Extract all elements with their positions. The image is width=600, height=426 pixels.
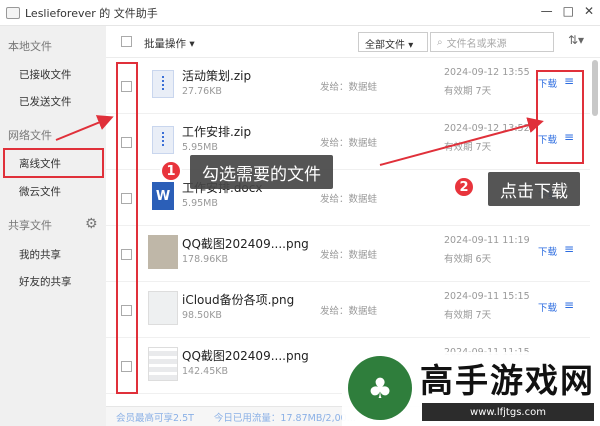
zip-file-icon: [148, 123, 178, 157]
file-expiry: 有效期 7天: [444, 142, 492, 153]
image-thumbnail: [148, 291, 178, 325]
title-bar: Leslieforever 的 文件助手 — □ ✕: [0, 0, 600, 26]
file-size: 98.50KB: [182, 310, 222, 321]
file-type-filter[interactable]: 全部文件 ▾: [358, 32, 428, 52]
word-file-icon: W: [148, 179, 178, 213]
file-date: 2024-09-12 13:52: [444, 123, 530, 134]
file-name: 工作安排.zip: [182, 125, 252, 139]
step2-callout: 点击下载: [488, 172, 580, 206]
search-input[interactable]: ⌕ 文件名或来源: [430, 32, 554, 52]
file-recipient: 发给：数据蛙: [320, 306, 378, 317]
file-date: 2024-09-11 15:15: [444, 291, 530, 302]
file-expiry: 有效期 6天: [444, 254, 492, 265]
file-date: 2024-09-11 11:19: [444, 235, 530, 246]
gear-icon[interactable]: ⚙: [85, 216, 98, 232]
image-thumbnail: [148, 347, 178, 381]
close-button[interactable]: ✕: [584, 4, 594, 18]
sidebar-item-weiyun[interactable]: 微云文件: [19, 184, 61, 199]
file-size: 142.45KB: [182, 366, 228, 377]
file-date: 2024-09-12 13:55: [444, 67, 530, 78]
traffic-usage: 今日已用流量：17.87MB/2,00...: [213, 413, 356, 424]
batch-operations-button[interactable]: 批量操作 ▾: [144, 36, 195, 51]
file-type-filter-value: 全部文件: [365, 40, 405, 51]
file-size: 178.96KB: [182, 254, 228, 265]
chevron-down-icon: ▾: [408, 40, 414, 51]
menu-icon[interactable]: ≡: [564, 242, 574, 256]
watermark-logo-icon: ♣: [348, 356, 412, 420]
sort-icon[interactable]: ⇅▾: [568, 33, 584, 47]
download-link[interactable]: 下载: [538, 244, 557, 258]
sidebar-item-sent[interactable]: 已发送文件: [19, 94, 72, 109]
window-title: Leslieforever 的 文件助手: [25, 6, 158, 20]
file-name: iCloud备份各项.png: [182, 293, 295, 307]
offline-files-highlight: [3, 148, 104, 178]
step2-badge: 2: [453, 176, 475, 198]
file-size: 5.95MB: [182, 198, 218, 209]
vip-link[interactable]: 会员最高可享2.5T: [116, 410, 194, 424]
sidebar-item-received[interactable]: 已接收文件: [19, 67, 72, 82]
step1-callout: 勾选需要的文件: [190, 155, 333, 189]
file-size: 27.76KB: [182, 86, 222, 97]
step2-text: 点击下载: [500, 181, 568, 202]
search-icon: ⌕: [437, 36, 443, 48]
select-all-checkbox[interactable]: [121, 36, 132, 47]
sidebar: 本地文件 已接收文件 已发送文件 网络文件 离线文件 微云文件 共享文件 ⚙ 我…: [0, 26, 106, 426]
file-row[interactable]: 工作安排.zip 5.95MB 发给：数据蛙 2024-09-12 13:52 …: [106, 115, 590, 170]
file-recipient: 发给：数据蛙: [320, 138, 378, 149]
watermark-url: www.lfjtgs.com: [422, 403, 594, 421]
file-expiry: 有效期 7天: [444, 86, 492, 97]
sidebar-item-my-share[interactable]: 我的共享: [19, 247, 61, 262]
zip-file-icon: [148, 67, 178, 101]
folder-icon: [6, 6, 20, 19]
scrollbar[interactable]: [592, 60, 598, 116]
minimize-button[interactable]: —: [541, 4, 553, 18]
file-recipient: 发给：数据蛙: [320, 250, 378, 261]
watermark: ♣ 高手游戏网 www.lfjtgs.com: [342, 352, 600, 426]
file-recipient: 发给：数据蛙: [320, 194, 378, 205]
sidebar-section-shared: 共享文件: [8, 219, 52, 232]
step1-badge: 1: [160, 160, 182, 182]
file-row[interactable]: iCloud备份各项.png 98.50KB 发给：数据蛙 2024-09-11…: [106, 283, 590, 338]
checkbox-column-highlight: [116, 62, 138, 394]
sidebar-section-local: 本地文件: [8, 40, 52, 53]
file-row[interactable]: QQ截图202409....png 178.96KB 发给：数据蛙 2024-0…: [106, 227, 590, 282]
file-recipient: 发给：数据蛙: [320, 82, 378, 93]
file-size: 5.95MB: [182, 142, 218, 153]
step1-text: 勾选需要的文件: [202, 164, 321, 185]
image-thumbnail: [148, 235, 178, 269]
menu-icon[interactable]: ≡: [564, 298, 574, 312]
watermark-title: 高手游戏网: [420, 361, 595, 400]
maximize-button[interactable]: □: [563, 4, 574, 18]
search-placeholder: 文件名或来源: [446, 38, 507, 50]
sidebar-item-friend-share[interactable]: 好友的共享: [19, 274, 72, 289]
toolbar: 批量操作 ▾ 全部文件 ▾ ⌕ 文件名或来源 ⇅▾: [106, 26, 600, 58]
download-link[interactable]: 下载: [538, 300, 557, 314]
file-expiry: 有效期 7天: [444, 310, 492, 321]
file-row[interactable]: 活动策划.zip 27.76KB 发给：数据蛙 2024-09-12 13:55…: [106, 59, 590, 114]
file-name: 活动策划.zip: [182, 69, 252, 83]
file-name: QQ截图202409....png: [182, 349, 309, 363]
sidebar-section-network: 网络文件: [8, 129, 52, 142]
download-column-highlight: [536, 70, 584, 164]
file-name: QQ截图202409....png: [182, 237, 309, 251]
